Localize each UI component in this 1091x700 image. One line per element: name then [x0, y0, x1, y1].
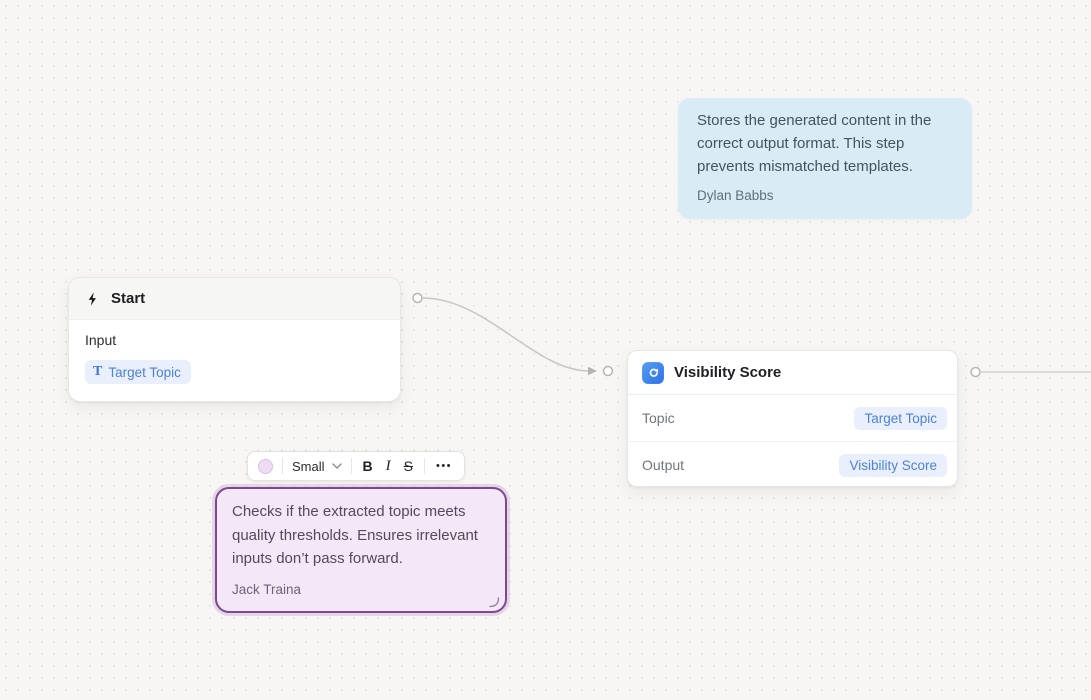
visibility-app-icon	[642, 361, 664, 384]
comment-note-teal[interactable]: Stores the generated content in the corr…	[678, 98, 972, 219]
more-options-button[interactable]: •••	[434, 460, 454, 472]
port-visibility-output[interactable]	[970, 366, 981, 378]
connection-arrowhead	[588, 366, 597, 376]
resize-handle-icon[interactable]	[488, 595, 500, 608]
color-swatch-button[interactable]	[258, 458, 273, 474]
text-type-icon: T	[93, 364, 103, 379]
toolbar-divider	[350, 458, 352, 474]
toolbar-divider	[423, 458, 425, 474]
connection-curve-start-to-visibility	[422, 297, 590, 372]
row-label: Output	[642, 457, 685, 473]
toolbar-divider	[282, 458, 283, 474]
comment-author: Dylan Babbs	[697, 188, 774, 203]
comment-text: Stores the generated content in the corr…	[697, 112, 932, 175]
row-pill-target-topic[interactable]: Target Topic	[854, 406, 947, 430]
comment-note-purple-selected[interactable]: Checks if the extracted topic meets qual…	[215, 487, 507, 613]
node-start[interactable]: Start Input T Target Topic	[68, 277, 401, 402]
row-label: Topic	[642, 410, 675, 426]
comment-author: Jack Traina	[232, 581, 302, 597]
input-pill-target-topic[interactable]: T Target Topic	[85, 360, 191, 384]
comment-format-toolbar: Small B I S •••	[247, 451, 466, 481]
port-start-output[interactable]	[412, 292, 423, 304]
node-start-header[interactable]: Start	[69, 278, 400, 320]
italic-button[interactable]: I	[384, 458, 393, 474]
pill-label: Target Topic	[108, 364, 181, 380]
port-visibility-input[interactable]	[602, 365, 614, 377]
input-section-label: Input	[85, 332, 117, 348]
node-visibility-header[interactable]: Visibility Score	[628, 351, 957, 395]
text-size-dropdown[interactable]: Small	[292, 459, 342, 474]
lightning-bolt-icon	[85, 291, 101, 307]
row-pill-visibility-score[interactable]: Visibility Score	[839, 453, 947, 477]
bold-button[interactable]: B	[361, 459, 375, 473]
strikethrough-button[interactable]: S	[402, 459, 415, 473]
node-start-body: Input T Target Topic	[69, 320, 400, 396]
chevron-down-icon	[331, 463, 342, 469]
node-row-topic: Topic Target Topic	[628, 395, 957, 441]
node-title: Start	[111, 290, 146, 307]
node-row-output: Output Visibility Score	[628, 441, 957, 488]
workflow-canvas[interactable]: Stores the generated content in the corr…	[0, 0, 1091, 700]
text-size-label: Small	[292, 458, 325, 474]
node-visibility-score[interactable]: Visibility Score Topic Target Topic Outp…	[627, 350, 958, 487]
comment-text: Checks if the extracted topic meets qual…	[232, 503, 478, 567]
node-title: Visibility Score	[674, 364, 782, 381]
